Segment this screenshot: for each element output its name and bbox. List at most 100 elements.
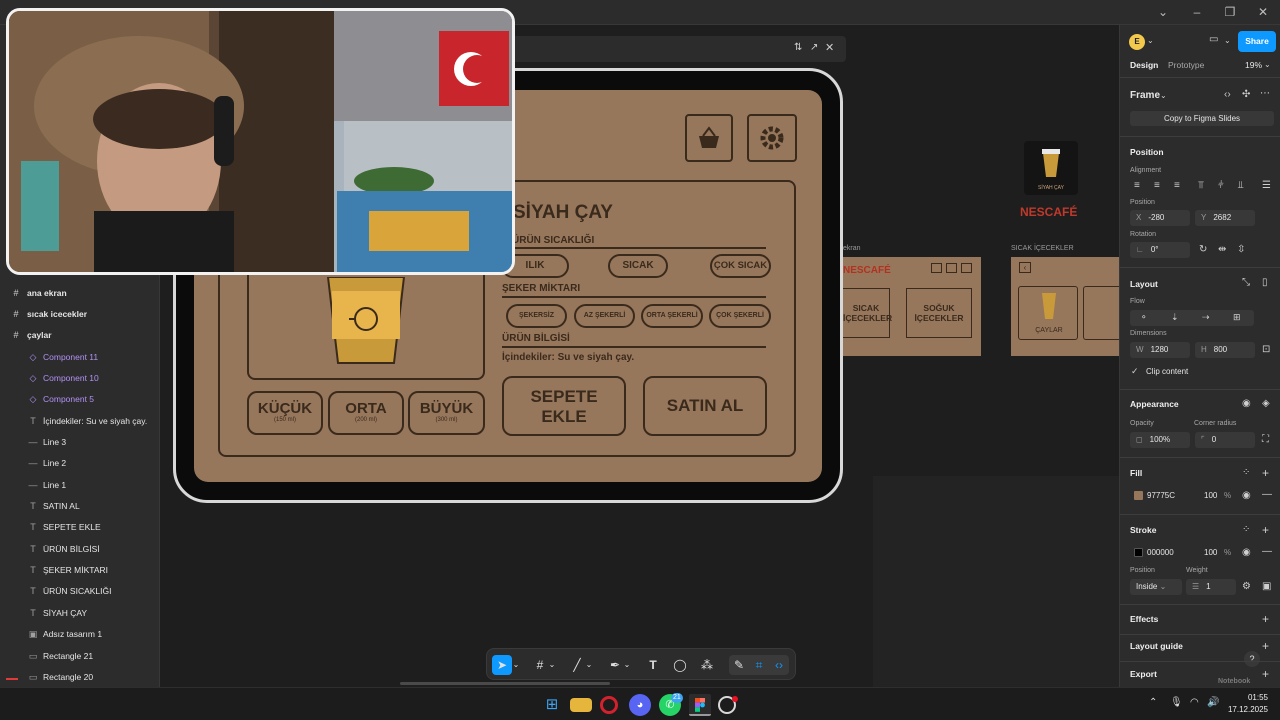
page-item-ana-ekran[interactable]: # ana ekran [0, 283, 160, 304]
independent-corners-icon[interactable]: ⛶ [1262, 434, 1269, 445]
volume-icon[interactable]: 🔊 [1207, 697, 1219, 708]
component-icon[interactable]: ✣ [1242, 89, 1250, 100]
clock-time[interactable]: 01:55 [1226, 693, 1268, 702]
draw-mode-icon[interactable]: ✎ [729, 655, 749, 675]
wifi-icon[interactable]: ◠ [1190, 697, 1199, 708]
remove-stroke-icon[interactable]: — [1262, 546, 1272, 557]
y-position-input[interactable]: Y 2682 [1195, 210, 1255, 226]
sugar-option-cok-sekerli[interactable]: ÇOK ŞEKERLİ [709, 304, 771, 328]
close-icon[interactable]: ✕ [1251, 4, 1275, 20]
settings-sliders-icon[interactable]: ⇅ [794, 42, 802, 53]
layer-item[interactable]: T ÜRÜN BİLGİSİ [0, 539, 160, 560]
minimize-icon[interactable]: – [1185, 4, 1209, 20]
checkbox-checked-icon[interactable]: ✓ [1131, 366, 1139, 377]
expand-icon[interactable]: ⤡ [1242, 277, 1250, 288]
zoom-dropdown[interactable]: 19% [1245, 60, 1262, 70]
layer-item[interactable]: ▣ Adsız tasarım 1 [0, 624, 160, 645]
add-stroke-icon[interactable]: + [1262, 523, 1269, 537]
flip-vertical-icon[interactable]: ⇳ [1237, 244, 1245, 255]
horizontal-flow-icon[interactable]: ⇢ [1202, 312, 1210, 323]
add-layout-guide-icon[interactable]: + [1262, 639, 1269, 653]
chevron-down-icon[interactable]: ⌄ [1151, 4, 1175, 20]
microphone-icon[interactable]: 🎙 [1170, 697, 1183, 708]
styles-icon[interactable]: ⁘ [1242, 467, 1250, 478]
clock-date[interactable]: 17.12.2025 [1220, 705, 1268, 714]
eye-icon[interactable]: ◉ [1242, 398, 1251, 409]
chevron-down-icon[interactable]: ⌄ [1147, 36, 1154, 45]
styles-icon[interactable]: ⁘ [1242, 524, 1250, 535]
layer-item[interactable]: ◇ Component 5 [0, 389, 160, 410]
maximize-icon[interactable]: ❐ [1218, 4, 1242, 20]
blend-icon[interactable]: ◈ [1262, 398, 1270, 409]
add-to-cart-button[interactable]: SEPETE EKLE [502, 376, 626, 436]
freeform-icon[interactable]: ⚬ [1140, 312, 1148, 323]
height-input[interactable]: H 800 [1195, 342, 1255, 358]
eye-icon[interactable]: ◉ [1242, 490, 1251, 501]
tray-chevron-icon[interactable]: ⌃ [1149, 697, 1157, 708]
corner-radius-input[interactable]: ⌜ 0 [1195, 432, 1255, 448]
frame-preview-sicak-icecekler[interactable]: ‹ ÇAYLAR [1011, 257, 1119, 356]
comment-tool-icon[interactable]: ◯ [670, 655, 690, 675]
resize-icon[interactable]: ⊡ [1262, 344, 1270, 355]
stroke-position-select[interactable]: Inside ⌄ [1130, 579, 1182, 595]
frame-preview-ana-ekran[interactable]: NESCAFÉ SICAK İÇECEKLER SOĞUK İÇECEKLER [843, 257, 981, 356]
sugar-option-az-sekerli[interactable]: AZ ŞEKERLİ [574, 304, 635, 328]
width-input[interactable]: W 1280 [1130, 342, 1190, 358]
layer-item[interactable]: T ÜRÜN SICAKLIĞI [0, 581, 160, 602]
stroke-sides-icon[interactable]: ▣ [1262, 581, 1271, 592]
grid-flow-icon[interactable]: ⊞ [1233, 312, 1241, 323]
align-left-icon[interactable]: ≡ [1134, 180, 1140, 191]
layer-item[interactable]: T ŞEKER MİKTARI [0, 560, 160, 581]
stroke-swatch[interactable] [1134, 548, 1143, 557]
layer-item[interactable]: ◇ Component 10 [0, 368, 160, 389]
size-large-button[interactable]: BÜYÜK (300 ml) [408, 391, 485, 435]
share-button[interactable]: Share [1238, 31, 1276, 52]
eye-icon[interactable]: ◉ [1242, 547, 1251, 558]
teas-card[interactable]: ÇAYLAR [1018, 286, 1078, 340]
layer-item[interactable]: T İçindekiler: Su ve siyah çay. [0, 411, 160, 432]
add-fill-icon[interactable]: + [1262, 466, 1269, 480]
tab-prototype[interactable]: Prototype [1168, 60, 1204, 70]
layer-item[interactable]: T SİYAH ÇAY [0, 603, 160, 624]
page-item-sicak-icecekler[interactable]: # sıcak icecekler [0, 304, 160, 325]
frame-title[interactable]: Frame [1130, 90, 1160, 101]
chevron-down-icon[interactable]: ⌄ [511, 655, 521, 675]
remove-fill-icon[interactable]: — [1262, 489, 1272, 500]
more-icon[interactable]: ⋯ [1260, 88, 1270, 99]
sugar-option-orta-sekerli[interactable]: ORTA ŞEKERLİ [641, 304, 703, 328]
move-tool-icon[interactable]: ➤ [492, 655, 512, 675]
dev-mode-icon[interactable]: ‹› [769, 655, 789, 675]
layer-item[interactable]: — Line 1 [0, 475, 160, 496]
x-position-input[interactable]: X -280 [1130, 210, 1190, 226]
settings-button[interactable] [747, 114, 797, 162]
horizontal-scrollbar[interactable] [400, 682, 610, 685]
help-icon[interactable]: ? [1244, 651, 1260, 667]
chevron-down-icon[interactable]: ⌄ [1160, 91, 1167, 100]
actions-tool-icon[interactable]: ⁂ [697, 655, 717, 675]
back-icon[interactable]: ‹ [1019, 262, 1031, 273]
stroke-weight-input[interactable]: ☰ 1 [1186, 579, 1236, 595]
layout-toggle-icon[interactable]: ▯ [1262, 277, 1268, 288]
stroke-opacity-input[interactable]: 100 [1204, 548, 1217, 557]
chevron-down-icon[interactable]: ⌄ [622, 655, 632, 675]
next-card[interactable] [1083, 286, 1119, 340]
tab-design[interactable]: Design [1130, 60, 1158, 70]
chevron-down-icon[interactable]: ⌄ [1224, 36, 1231, 45]
open-external-icon[interactable]: ↗ [810, 42, 818, 53]
basket-button[interactable] [685, 114, 733, 162]
fill-swatch[interactable] [1134, 491, 1143, 500]
hot-drinks-button[interactable]: SICAK İÇECEKLER [843, 288, 892, 338]
layer-item[interactable]: ▭ Rectangle 21 [0, 646, 160, 667]
fill-opacity-input[interactable]: 100 [1204, 491, 1217, 500]
fill-hex-input[interactable]: 97775C [1147, 491, 1175, 500]
avatar[interactable]: E [1129, 34, 1145, 50]
product-thumbnail[interactable]: SİYAH ÇAY [1024, 141, 1078, 195]
rotate-icon[interactable]: ↻ [1199, 244, 1207, 255]
add-effect-icon[interactable]: + [1262, 612, 1269, 626]
design-mode-icon[interactable]: ⌗ [749, 655, 769, 675]
layer-item[interactable]: T SEPETE EKLE [0, 517, 160, 538]
page-item-caylar[interactable]: # çaylar [0, 325, 160, 346]
cold-drinks-button[interactable]: SOĞUK İÇECEKLER [906, 288, 972, 338]
opacity-input[interactable]: ◻ 100% [1130, 432, 1190, 448]
windows-start-icon[interactable]: ⊞ [541, 694, 563, 716]
